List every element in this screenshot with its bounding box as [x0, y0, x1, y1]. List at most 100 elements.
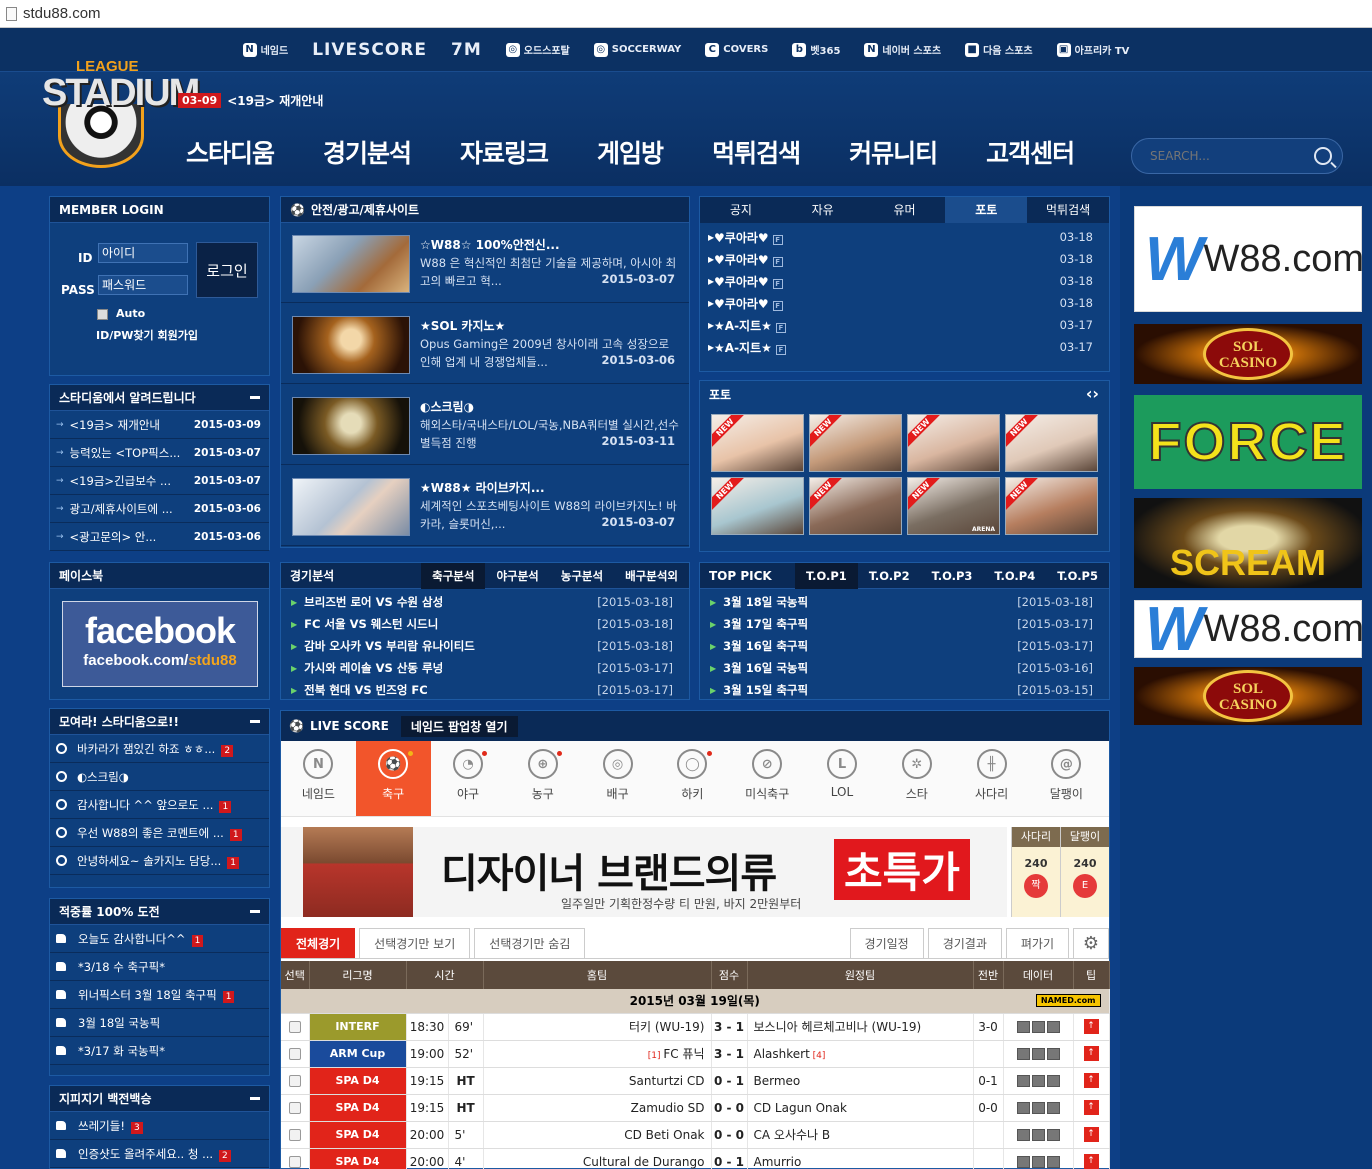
sport-tab-10[interactable]: @ 달팽이 — [1029, 741, 1104, 816]
named-badge[interactable]: NAMED.com — [1035, 994, 1101, 1007]
list-item[interactable]: 쓰레기들! 3 — [50, 1112, 269, 1140]
select-checkbox[interactable] — [288, 1155, 301, 1168]
select-checkbox[interactable] — [288, 1074, 301, 1087]
game-action-tab-0[interactable]: 경기일정 — [849, 928, 924, 958]
collapse-icon[interactable] — [250, 396, 260, 399]
match-item[interactable]: ▶ 가시와 레이솔 VS 산동 루넝 [2015-03-17] — [281, 657, 689, 679]
nav-item-3[interactable]: 게임방 — [597, 134, 664, 170]
list-item[interactable]: 인증샷도 올려주세요.. 청 ... 2 — [50, 1140, 269, 1168]
game-tab-0[interactable]: 전체경기 — [281, 928, 356, 958]
partner-link-0[interactable]: N 네임드 — [242, 42, 288, 57]
odds-icon[interactable] — [1031, 1155, 1045, 1168]
odds-icon[interactable] — [1031, 1128, 1045, 1141]
collapse-icon[interactable] — [250, 910, 260, 913]
list-item[interactable]: 위너픽스터 3월 18일 축구픽 1 — [50, 981, 269, 1009]
w88-banner[interactable]: W W88.com — [1134, 595, 1364, 664]
odds-icon[interactable] — [1031, 1074, 1045, 1087]
game-row[interactable]: SPA D4 20:00 5' CD Beti Onak 0 - 0 CA 오사수나 B ↑ — [281, 1121, 1110, 1149]
scream-banner[interactable]: SCREAM — [1134, 498, 1362, 588]
list-item[interactable]: 바카라가 잼있긴 하죠 ㅎㅎ... 2 — [50, 735, 269, 763]
chart-icon[interactable] — [1046, 1074, 1060, 1087]
browser-url-bar[interactable]: stdu88.com — [0, 0, 1372, 28]
partner-link-5[interactable]: C COVERS — [705, 42, 768, 57]
list-item[interactable]: 안녕하세요~ 솔카지노 담당... 1 — [50, 847, 269, 875]
game-row[interactable]: SPA D4 20:00 4' Cultural de Durango 0 - 1 Amu… — [281, 1148, 1110, 1169]
board-post[interactable]: ▸ ♥쿠아라♥ F 03-18 — [700, 270, 1109, 292]
photo-nav-arrows-icon[interactable]: ‹› — [1086, 384, 1099, 403]
partner-link-1[interactable]: LIVESCORE — [312, 40, 427, 60]
subtab-3[interactable]: 배구분석외 — [614, 563, 689, 589]
photo-thumbnail[interactable]: NEW — [711, 477, 804, 535]
mini-game[interactable]: 달팽이 240 E — [1060, 827, 1109, 917]
subtab-2[interactable]: T.O.P3 — [921, 563, 984, 589]
mini-game[interactable]: 사다리 240 짝 — [1011, 827, 1060, 917]
sol-banner[interactable]: SOL CASINO — [1134, 667, 1362, 725]
game-action-tab-1[interactable]: 경기결과 — [927, 928, 1002, 958]
list-item[interactable]: → <19금> 재개안내 2015-03-09 — [50, 411, 269, 439]
board-post[interactable]: ▸ ♥쿠아라♥ F 03-18 — [700, 292, 1109, 314]
game-row[interactable]: SPA D4 19:15 HT Zamudio SD 0 - 0 CD Lagun Ona… — [281, 1094, 1110, 1122]
partner-link-7[interactable]: N 네이버 스포츠 — [864, 42, 941, 57]
sport-tab-4[interactable]: ◎ 배구 — [580, 741, 655, 816]
chart-icon[interactable] — [1046, 1155, 1060, 1168]
list-item[interactable]: 3월 18일 국농픽 — [50, 1009, 269, 1037]
game-row[interactable]: SPA D4 19:15 HT Santurtzi CD 0 - 1 Bermeo 0-1 ↑ — [281, 1067, 1110, 1095]
named-popup-button[interactable]: 네임드 팝업창 열기 — [400, 715, 518, 737]
chart-icon[interactable] — [1046, 1020, 1060, 1033]
board-post[interactable]: ▸ ♥쿠아라♥ F 03-18 — [700, 248, 1109, 270]
match-item[interactable]: ▶ FC 서울 VS 웨스턴 시드니 [2015-03-18] — [281, 613, 689, 635]
stats-icon[interactable] — [1016, 1128, 1030, 1141]
nav-item-0[interactable]: 스타디움 — [186, 134, 275, 170]
password-field[interactable]: 패스워드 — [98, 275, 188, 295]
board-tab-0[interactable]: 공지 — [700, 197, 782, 223]
tip-up-icon[interactable]: ↑ — [1083, 1154, 1099, 1169]
list-item[interactable]: 감사합니다 ^^ 앞으로도 ... 1 — [50, 791, 269, 819]
sport-tab-9[interactable]: ╫ 사다리 — [954, 741, 1029, 816]
sport-tab-6[interactable]: ⊘ 미식축구 — [730, 741, 805, 816]
tip-up-icon[interactable]: ↑ — [1083, 1100, 1099, 1115]
stadium-logo[interactable]: LEAGUE STADIUM — [42, 58, 200, 186]
select-checkbox[interactable] — [288, 1128, 301, 1141]
subtab-3[interactable]: T.O.P4 — [983, 563, 1046, 589]
board-tab-1[interactable]: 자유 — [782, 197, 864, 223]
safe-site-item[interactable]: ★SOL 카지노★ Opus Gaming은 2009년 창사이래 고속 성장으로… — [281, 304, 689, 384]
partner-link-9[interactable]: ▣ 아프리카 TV — [1056, 42, 1129, 57]
force-banner[interactable]: FORCE — [1134, 395, 1362, 489]
photo-thumbnail[interactable]: NEW — [809, 414, 902, 472]
safe-site-item[interactable]: ★W88★ 라이브카지... 세계적인 스포츠베팅사이트 W88의 라이브카지노!… — [281, 466, 689, 546]
board-tab-3[interactable]: 포토 — [945, 197, 1028, 223]
match-item[interactable]: ▶ 3월 15일 축구픽 [2015-03-15] — [700, 679, 1109, 701]
photo-thumbnail[interactable]: NEW — [1005, 477, 1098, 535]
stats-icon[interactable] — [1016, 1047, 1030, 1060]
list-item[interactable]: *3/18 수 축구픽* — [50, 953, 269, 981]
partner-link-6[interactable]: b 벳365 — [792, 42, 840, 57]
sport-tab-1[interactable]: ⚽ 축구 — [355, 741, 431, 816]
sport-tab-7[interactable]: L LOL — [805, 741, 880, 816]
match-item[interactable]: ▶ 브리즈번 로어 VS 수원 삼성 [2015-03-18] — [281, 591, 689, 613]
search-input[interactable] — [1150, 149, 1314, 163]
sport-tab-5[interactable]: ◯ 하키 — [655, 741, 730, 816]
sol-banner[interactable]: SOL CASINO — [1134, 324, 1362, 384]
collapse-icon[interactable] — [250, 720, 260, 723]
photo-thumbnail[interactable]: NEW — [809, 477, 902, 535]
select-checkbox[interactable] — [288, 1101, 301, 1114]
stats-icon[interactable] — [1016, 1155, 1030, 1168]
list-item[interactable]: 오늘도 감사합니다^^ 1 — [50, 925, 269, 953]
sport-tab-8[interactable]: ✲ 스타 — [879, 741, 954, 816]
nav-item-5[interactable]: 커뮤니티 — [849, 134, 938, 170]
subtab-0[interactable]: T.O.P1 — [795, 563, 858, 589]
select-checkbox[interactable] — [288, 1047, 301, 1060]
select-checkbox[interactable] — [288, 1020, 301, 1033]
w88-banner[interactable]: W W88.com — [1134, 206, 1364, 312]
chart-icon[interactable] — [1046, 1101, 1060, 1114]
match-item[interactable]: ▶ 감바 오사카 VS 부리람 유나이티드 [2015-03-18] — [281, 635, 689, 657]
list-item[interactable]: → <19금>긴급보수 ... 2015-03-07 — [50, 467, 269, 495]
header-notice[interactable]: 03-09 <19금> 재개안내 — [178, 92, 323, 109]
photo-thumbnail[interactable]: NEW — [907, 414, 1000, 472]
match-item[interactable]: ▶ 전북 현대 VS 빈즈엉 FC [2015-03-17] — [281, 679, 689, 701]
match-item[interactable]: ▶ 3월 16일 축구픽 [2015-03-17] — [700, 635, 1109, 657]
chart-icon[interactable] — [1046, 1047, 1060, 1060]
game-row[interactable]: INTERF 18:30 69' 터키 (WU-19) 3 - 1 보스니아 헤르체고비나… — [281, 1013, 1110, 1041]
partner-link-8[interactable]: ■ 다음 스포츠 — [965, 42, 1033, 57]
game-tab-1[interactable]: 선택경기만 보기 — [359, 928, 471, 958]
